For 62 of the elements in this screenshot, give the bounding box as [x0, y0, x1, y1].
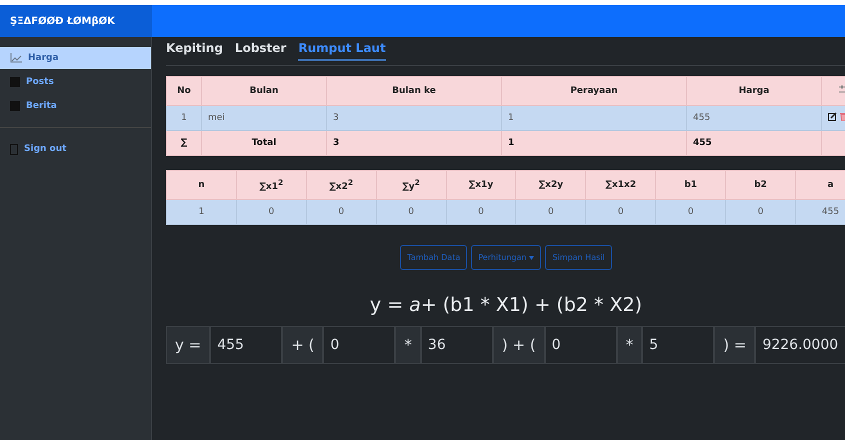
- total-cell: 3: [326, 130, 502, 156]
- table-cell: 0: [656, 200, 726, 224]
- column-header: ∑x1y: [446, 170, 516, 200]
- table-cell: 1: [166, 106, 202, 130]
- table-cell: 0: [236, 200, 306, 224]
- column-header: ∑x2y: [516, 170, 586, 200]
- table-cell: 0: [726, 200, 796, 224]
- table-cell: 0: [516, 200, 586, 224]
- column-header: Harga: [686, 76, 822, 106]
- number-field[interactable]: 0: [323, 326, 396, 364]
- column-header: ∑x1x2: [586, 170, 656, 200]
- table-cell: 0: [306, 200, 376, 224]
- column-header: Bulan: [202, 76, 326, 106]
- column-header: Perayaan: [502, 76, 686, 106]
- total-cell: ∑: [166, 130, 202, 156]
- sidebar-item[interactable]: Harga: [0, 47, 151, 69]
- door-icon: [10, 144, 18, 154]
- operator-label: ) + (: [492, 326, 545, 364]
- table-cell: 0: [586, 200, 656, 224]
- table-cell: 0: [376, 200, 446, 224]
- sidebar-item[interactable]: Sign out: [0, 138, 151, 160]
- operator-label: *: [616, 326, 642, 364]
- operator-label: y =: [166, 326, 210, 364]
- column-header: No: [166, 76, 202, 106]
- number-field[interactable]: 0: [544, 326, 617, 364]
- total-cell: Total: [202, 130, 326, 156]
- number-field[interactable]: 455: [210, 326, 282, 364]
- square-icon: [10, 101, 20, 111]
- tab[interactable]: Kepiting: [166, 41, 223, 61]
- table-cell: 0: [446, 200, 516, 224]
- sidebar-item[interactable]: Posts: [0, 71, 151, 93]
- column-header: b1: [656, 170, 726, 200]
- column-header: Bulan ke: [326, 76, 502, 106]
- column-header: a: [796, 170, 845, 200]
- edit-icon[interactable]: [828, 112, 837, 121]
- chart-icon: [10, 53, 22, 63]
- column-header: n: [166, 170, 236, 200]
- caret-icon: [529, 256, 534, 260]
- table-cell: 455: [796, 200, 845, 224]
- table-cell: 455: [686, 106, 822, 130]
- operator-label: + (: [282, 326, 324, 364]
- total-cell: 455: [686, 130, 822, 156]
- total-cell: 1: [502, 130, 686, 156]
- table-cell: 1: [166, 200, 236, 224]
- number-field[interactable]: 5: [642, 326, 714, 364]
- column-header: ∑x1$^{2}$: [236, 170, 306, 200]
- square-icon: [10, 77, 20, 87]
- tab[interactable]: Lobster: [234, 41, 286, 61]
- table-cell: mei: [202, 106, 326, 130]
- number-field[interactable]: 9226.0000: [755, 326, 845, 364]
- operator-label: *: [395, 326, 421, 364]
- table-cell: 3: [326, 106, 502, 130]
- table-cell: 1: [502, 106, 686, 130]
- number-field[interactable]: 36: [420, 326, 493, 364]
- column-header: ∑y$^{2}$: [376, 170, 446, 200]
- formula-text: y = a+ (b1 * X1) + (b2 * X2): [368, 294, 644, 316]
- brand-logo[interactable]: ŞΞΔFØØĐ ŁØMβØK: [0, 5, 152, 37]
- tab[interactable]: Rumput Laut: [298, 41, 386, 61]
- operator-label: ) =: [714, 326, 756, 364]
- sidebar-item[interactable]: Berita: [0, 95, 151, 117]
- column-header: b2: [726, 170, 796, 200]
- column-header: ∑x2$^{2}$: [306, 170, 376, 200]
